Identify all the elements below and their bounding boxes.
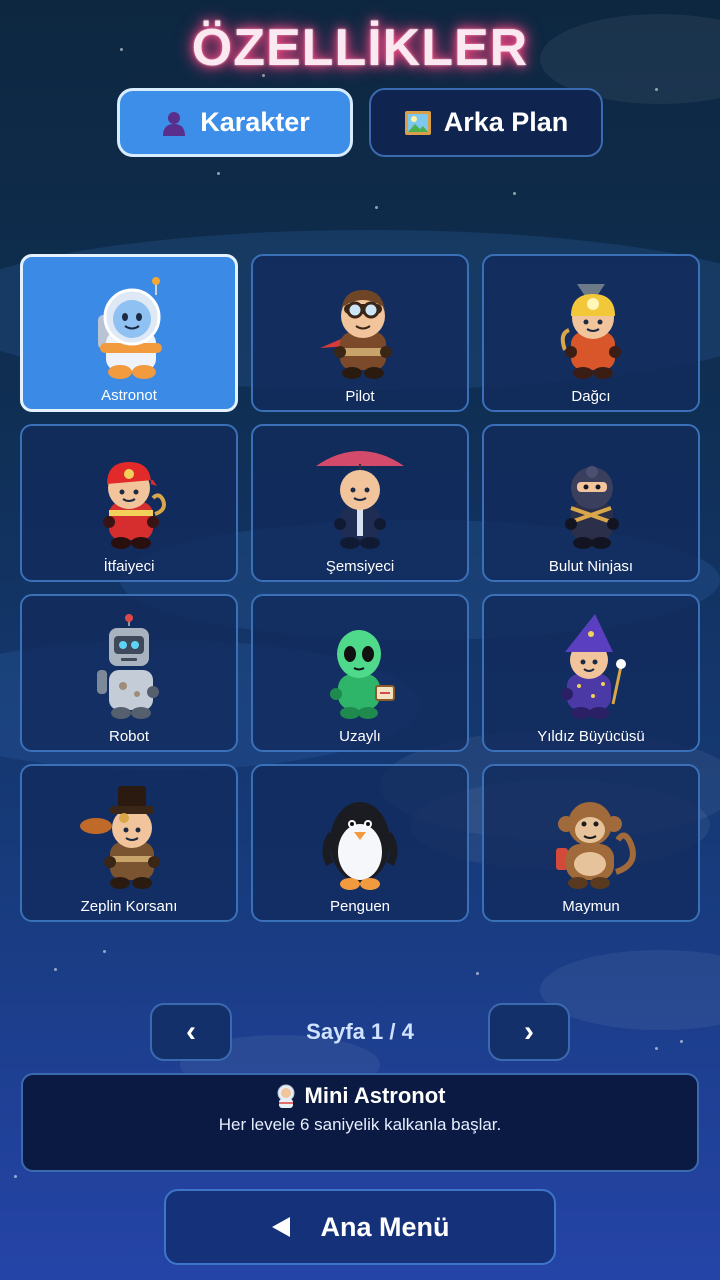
penguin-icon <box>322 802 398 890</box>
character-card-penguen[interactable]: Penguen <box>251 764 469 922</box>
info-title: Mini Astronot <box>304 1083 446 1108</box>
info-title-row: Mini Astronot <box>23 1083 697 1109</box>
next-page-button[interactable]: › <box>488 1003 570 1061</box>
tab-arka-plan[interactable]: Arka Plan <box>369 88 603 157</box>
tab-label: Karakter <box>200 107 310 137</box>
main-menu-button[interactable]: Ana Menü <box>164 1189 556 1265</box>
prev-page-button[interactable]: ‹ <box>150 1003 232 1061</box>
chevron-left-icon: ‹ <box>186 1015 196 1048</box>
character-name: Zeplin Korsanı <box>80 898 178 915</box>
chevron-right-icon: › <box>524 1015 534 1048</box>
robot-icon <box>97 614 159 719</box>
wizard-icon <box>561 614 626 719</box>
character-card-pilot[interactable]: Pilot <box>251 254 469 412</box>
alien-icon <box>330 630 395 719</box>
back-triangle-icon <box>272 1217 291 1237</box>
person-icon <box>163 111 186 136</box>
umbrella-man-icon <box>316 451 404 549</box>
character-name: İtfaiyeci <box>103 558 155 575</box>
airship-pirate-icon <box>80 786 160 889</box>
astronaut-icon <box>277 1084 295 1108</box>
character-card-robot[interactable]: Robot <box>20 594 238 752</box>
ninja-icon <box>565 466 619 549</box>
page-title: ÖZELLİKLER <box>191 19 529 77</box>
character-card-itfaiyeci[interactable]: İtfaiyeci <box>20 424 238 582</box>
character-card-maymun[interactable]: Maymun <box>482 764 700 922</box>
character-name: Şemsiyeci <box>325 558 395 575</box>
character-name: Astronot <box>101 387 157 404</box>
character-name: Penguen <box>329 898 391 915</box>
astronaut-icon <box>98 277 162 379</box>
climber-icon <box>560 284 621 379</box>
character-name: Bulut Ninjası <box>548 558 634 575</box>
character-name: Yıldız Büyücüsü <box>537 728 645 745</box>
main-menu-label: Ana Menü <box>320 1211 450 1242</box>
tab-label: Arka Plan <box>443 107 569 137</box>
character-card-uzayli[interactable]: Uzaylı <box>251 594 469 752</box>
firefighter-icon <box>103 462 166 549</box>
character-name: Dağcı <box>571 388 611 405</box>
character-card-semsiyeci[interactable]: Şemsiyeci <box>251 424 469 582</box>
character-card-dagci[interactable]: Dağcı <box>482 254 700 412</box>
character-card-zeplin-korsani[interactable]: Zeplin Korsanı <box>20 764 238 922</box>
character-card-yildiz-buyucusu[interactable]: Yıldız Büyücüsü <box>482 594 700 752</box>
character-name: Uzaylı <box>339 728 381 745</box>
character-name: Pilot <box>345 388 375 405</box>
pagination: ‹ Sayfa 1 / 4 › <box>150 1003 570 1061</box>
character-grid: Astronot Pilot Dağcı İtfaiyeci Şemsiyeci… <box>20 254 700 922</box>
character-name: Robot <box>108 728 150 745</box>
info-description: Her levele 6 saniyelik kalkanla başlar. <box>218 1115 502 1134</box>
pilot-icon <box>320 290 392 379</box>
tab-bar: Karakter Arka Plan <box>117 88 603 157</box>
character-info-panel: Mini Astronot Her levele 6 saniyelik kal… <box>21 1073 699 1172</box>
page-indicator: Sayfa 1 / 4 <box>306 1019 414 1044</box>
character-name: Maymun <box>562 898 620 915</box>
monkey-icon <box>556 802 636 889</box>
character-card-astronot[interactable]: Astronot <box>20 254 238 412</box>
tab-karakter[interactable]: Karakter <box>117 88 353 157</box>
character-card-bulut-ninjasi[interactable]: Bulut Ninjası <box>482 424 700 582</box>
landscape-picture-icon <box>404 110 431 135</box>
